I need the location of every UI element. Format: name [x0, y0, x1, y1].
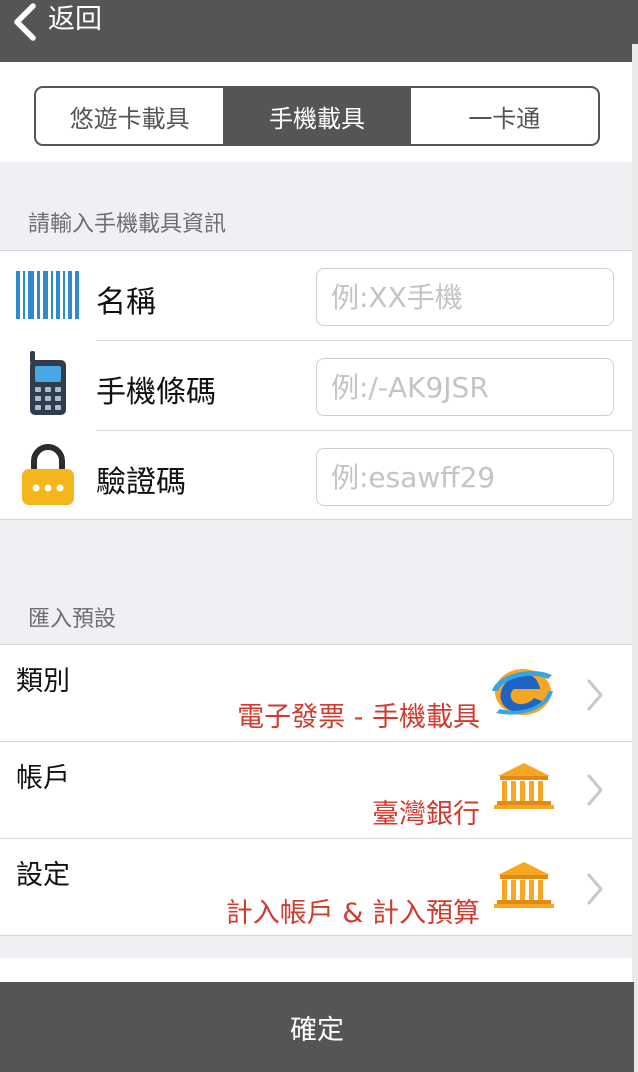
verification-code-label: 驗證碼	[96, 465, 186, 500]
carrier-section-title: 請輸入手機載具資訊	[28, 212, 227, 237]
import-section-title: 匯入預設	[28, 607, 117, 632]
chevron-right-icon	[587, 873, 603, 905]
verification-code-input[interactable]	[316, 448, 614, 506]
barcode-icon	[16, 271, 79, 319]
chevron-right-icon	[587, 679, 603, 711]
tab-mobile-carrier[interactable]: 手機載具	[223, 88, 411, 144]
category-row[interactable]: 類別 電子發票 - 手機載具	[0, 645, 632, 741]
section-footer	[0, 936, 632, 958]
mobile-barcode-row: 手機條碼	[0, 341, 632, 431]
top-bar: 返回	[0, 0, 638, 62]
mobile-barcode-input[interactable]	[316, 358, 614, 416]
lock-icon	[22, 444, 74, 505]
name-label: 名稱	[96, 285, 156, 320]
confirm-button[interactable]: 確定	[0, 982, 634, 1072]
bank-icon	[494, 862, 554, 908]
account-title: 帳戶	[16, 763, 70, 794]
carrier-section-header: 請輸入手機載具資訊	[0, 162, 632, 250]
page-edge	[632, 44, 638, 1072]
category-title: 類別	[16, 666, 70, 697]
name-input[interactable]	[316, 268, 614, 326]
tab-ipass[interactable]: 一卡通	[411, 88, 598, 144]
tab-easycard-carrier[interactable]: 悠遊卡載具	[36, 88, 223, 144]
mobile-barcode-label: 手機條碼	[96, 375, 216, 410]
settings-row[interactable]: 設定 計入帳戶 & 計入預算	[0, 839, 632, 935]
carrier-type-tabs: 悠遊卡載具 手機載具 一卡通	[34, 86, 600, 146]
e-invoice-logo-icon	[492, 669, 553, 715]
chevron-right-icon	[587, 774, 603, 806]
settings-value: 計入帳戶 & 計入預算	[225, 898, 480, 929]
settings-title: 設定	[16, 860, 70, 891]
bank-icon	[494, 763, 554, 809]
divider	[0, 519, 632, 520]
import-section-header: 匯入預設	[0, 519, 632, 644]
account-value: 臺灣銀行	[372, 799, 480, 830]
mobile-phone-icon	[30, 351, 66, 415]
category-value: 電子發票 - 手機載具	[237, 702, 480, 733]
name-row: 名稱	[0, 251, 632, 341]
account-row[interactable]: 帳戶 臺灣銀行	[0, 742, 632, 838]
back-button[interactable]: 返回	[48, 2, 102, 38]
back-chevron-icon[interactable]	[6, 2, 46, 42]
verification-code-row: 驗證碼	[0, 431, 632, 521]
